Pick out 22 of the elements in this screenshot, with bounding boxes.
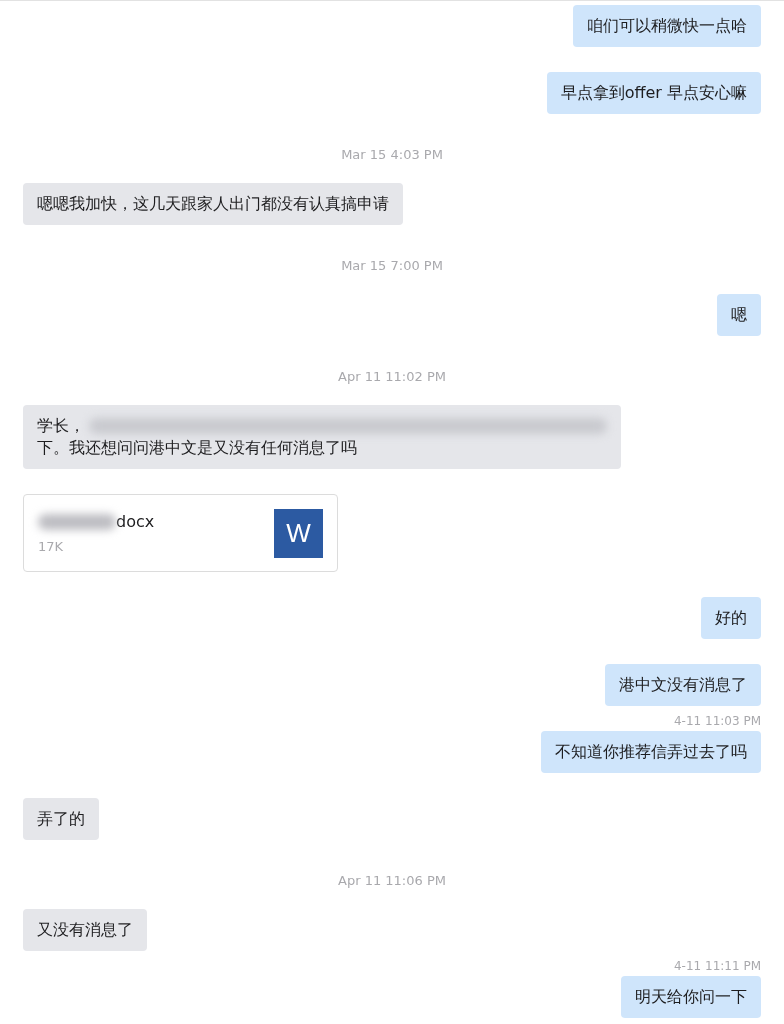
message-time: 4-11 11:03 PM xyxy=(673,714,761,728)
sent-message: 早点拿到offer 早点安心嘛 xyxy=(546,72,761,114)
sent-message: 嗯 xyxy=(717,294,761,336)
received-message: 弄了的 xyxy=(23,798,99,840)
file-size: 17K xyxy=(38,539,65,554)
word-document-icon: W xyxy=(274,508,323,558)
sent-message: 好的 xyxy=(701,597,761,639)
file-name: docx xyxy=(116,512,155,531)
timestamp: Mar 15 4:03 PM xyxy=(341,147,443,162)
message-time: 4-11 11:11 PM xyxy=(673,959,761,973)
timestamp: Apr 11 11:02 PM xyxy=(338,369,446,384)
file-attachment[interactable]: docx 17K W xyxy=(23,494,338,572)
received-message: 又没有消息了 xyxy=(23,909,147,951)
sent-message: 港中文没有消息了 xyxy=(605,664,761,706)
received-message: 嗯嗯我加快，这几天跟家人出门都没有认真搞申请 xyxy=(23,183,403,225)
sent-message: 咱们可以稍微快一点哈 xyxy=(573,5,761,47)
sent-message: 不知道你推荐信弄过去了吗 xyxy=(541,731,761,773)
timestamp: Mar 15 7:00 PM xyxy=(341,258,443,273)
timestamp: Apr 11 11:06 PM xyxy=(338,873,446,888)
message-text: 下。我还想问问港中文是又没有任何消息了吗 xyxy=(37,438,357,457)
message-text: 学长， xyxy=(37,415,85,437)
sent-message: 明天给你问一下 xyxy=(621,976,761,1018)
